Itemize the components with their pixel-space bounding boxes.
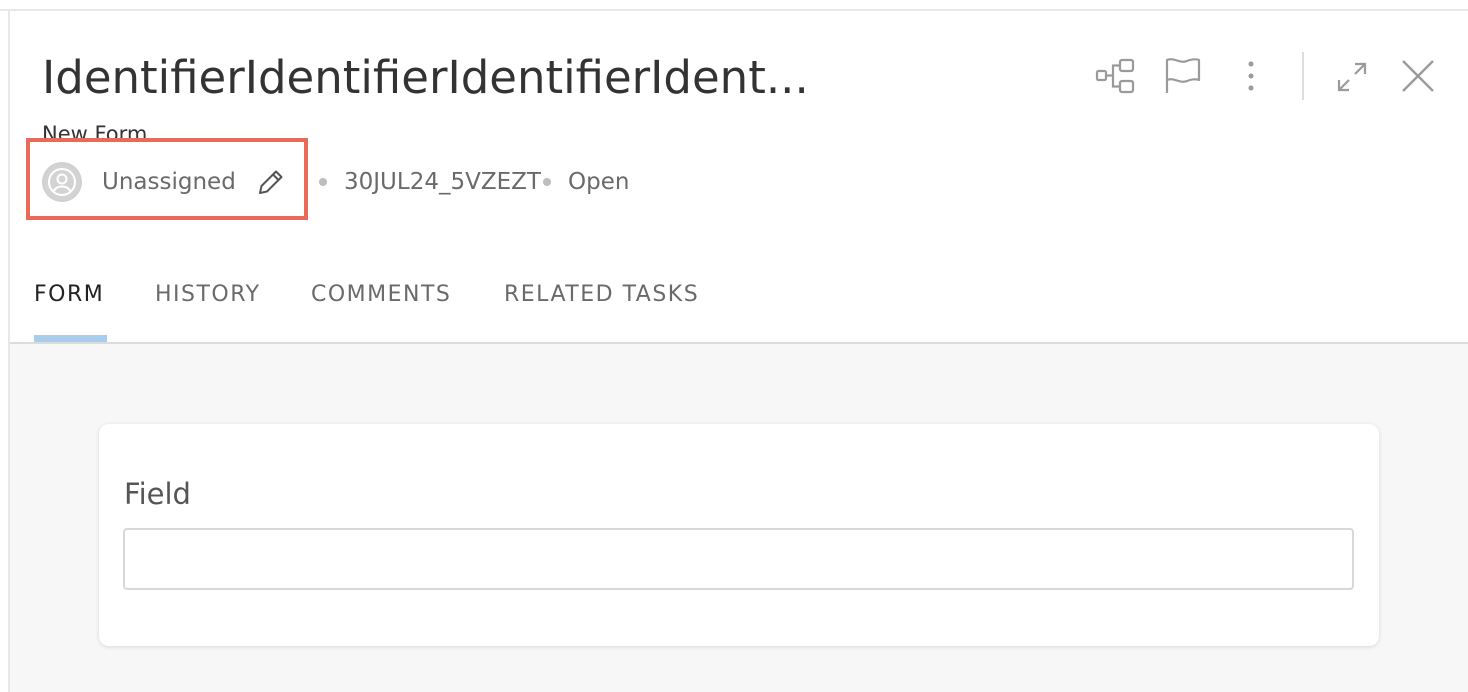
tab-form[interactable]: FORM [34, 276, 104, 342]
workflow-button[interactable] [1092, 56, 1140, 96]
page-title: IdentifierIdentifierIdentifierIdent... [42, 51, 809, 104]
top-divider [0, 9, 1468, 11]
status-label: Open [568, 169, 630, 195]
close-button[interactable] [1398, 56, 1438, 96]
field-input[interactable] [123, 528, 1354, 590]
task-detail-panel: IdentifierIdentifierIdentifierIdent... N… [0, 0, 1468, 692]
task-id: 30JUL24_5VZEZT [344, 169, 541, 195]
more-vertical-icon [1248, 61, 1254, 91]
expand-button[interactable] [1332, 58, 1372, 96]
workflow-icon [1095, 58, 1135, 94]
tab-comments[interactable]: COMMENTS [311, 276, 451, 342]
active-tab-indicator [34, 335, 107, 342]
tab-related-tasks[interactable]: RELATED TASKS [504, 276, 699, 342]
flag-icon [1165, 58, 1201, 93]
close-icon [1402, 60, 1434, 92]
field-label: Field [124, 477, 191, 511]
assignee-highlight [26, 138, 308, 220]
meta-separator [543, 178, 551, 186]
toolbar-divider [1302, 52, 1304, 100]
flag-button[interactable] [1162, 54, 1204, 96]
more-button[interactable] [1236, 56, 1266, 96]
expand-icon [1337, 62, 1367, 92]
meta-separator [319, 178, 327, 186]
tab-history[interactable]: HISTORY [155, 276, 261, 342]
